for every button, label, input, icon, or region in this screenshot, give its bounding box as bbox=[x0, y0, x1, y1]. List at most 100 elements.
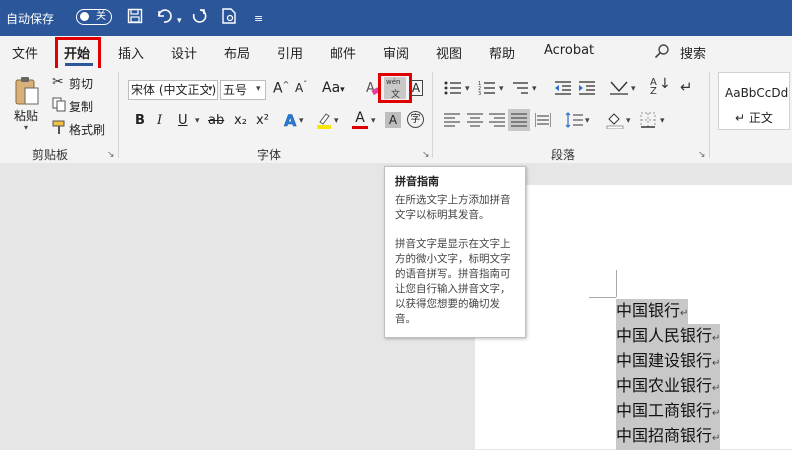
paste-icon[interactable] bbox=[14, 76, 40, 109]
undo-dropdown-icon[interactable]: ▾ bbox=[177, 12, 182, 30]
align-center-icon[interactable] bbox=[467, 113, 483, 130]
paste-dropdown-icon[interactable]: ▾ bbox=[24, 123, 28, 132]
change-case-icon[interactable]: Aa▾ bbox=[322, 80, 345, 96]
print-preview-icon[interactable] bbox=[221, 8, 237, 28]
bullets-icon[interactable] bbox=[444, 80, 462, 99]
font-name-dropdown-icon[interactable]: ▾ bbox=[208, 84, 213, 94]
borders-dropdown-icon[interactable]: ▾ bbox=[660, 116, 665, 126]
format-painter-label[interactable]: 格式刷 bbox=[69, 121, 105, 138]
line-spacing-dropdown-icon[interactable]: ▾ bbox=[585, 116, 590, 126]
tab-insert[interactable]: 插入 bbox=[118, 43, 144, 62]
line-text: 中国农业银行 bbox=[616, 376, 713, 395]
autosave-toggle[interactable]: 关 bbox=[76, 9, 112, 25]
grow-font-icon[interactable]: A^ bbox=[273, 80, 289, 97]
shading-icon[interactable] bbox=[606, 111, 624, 132]
tooltip-description: 在所选文字上方添加拼音文字以标明其发音。 bbox=[395, 194, 511, 221]
enclose-characters-icon[interactable]: 字 bbox=[407, 111, 424, 128]
paragraph-launcher-icon[interactable]: ↘ bbox=[698, 150, 706, 160]
document-line[interactable]: 中国银行↵ bbox=[616, 299, 689, 325]
paste-label[interactable]: 粘贴 bbox=[14, 107, 38, 124]
tab-file[interactable]: 文件 bbox=[12, 43, 38, 62]
group-divider bbox=[432, 72, 433, 158]
document-line[interactable]: 中国工商银行↵ bbox=[616, 399, 721, 425]
copy-icon[interactable] bbox=[52, 97, 66, 115]
tooltip-title: 拼音指南 bbox=[395, 175, 439, 188]
tab-layout[interactable]: 布局 bbox=[224, 43, 250, 62]
font-color-dropdown-icon[interactable]: ▾ bbox=[371, 116, 376, 126]
tab-view[interactable]: 视图 bbox=[436, 43, 462, 62]
tooltip-detail: 拼音文字是显示在文字上方的微小文字，标明文字的语音拼写。拼音指南可让您自行输入拼… bbox=[395, 238, 511, 325]
grow-font-letter: A bbox=[273, 80, 283, 97]
phonetic-guide-tooltip: 拼音指南 在所选文字上方添加拼音文字以标明其发音。 拼音文字是显示在文字上方的微… bbox=[384, 166, 526, 338]
clipboard-launcher-icon[interactable]: ↘ bbox=[107, 150, 115, 160]
align-left-icon[interactable] bbox=[444, 113, 460, 130]
document-line[interactable]: 中国招商银行↵ bbox=[616, 424, 721, 450]
line-text: 中国银行 bbox=[616, 301, 681, 320]
justify-button[interactable] bbox=[508, 109, 530, 131]
tab-design[interactable]: 设计 bbox=[171, 43, 197, 62]
toggle-knob bbox=[80, 12, 89, 21]
document-line[interactable]: 中国建设银行↵ bbox=[616, 349, 721, 375]
multilevel-dropdown-icon[interactable]: ▾ bbox=[532, 84, 537, 94]
numbering-icon[interactable]: 123 bbox=[478, 80, 496, 99]
chinese-layout-icon[interactable] bbox=[608, 79, 630, 100]
shrink-font-icon[interactable]: Aˇ bbox=[295, 80, 307, 95]
sort-icon[interactable]: A Z ↓ bbox=[650, 77, 671, 97]
shading-dropdown-icon[interactable]: ▾ bbox=[626, 116, 631, 126]
text-effects-dropdown-icon[interactable]: ▾ bbox=[299, 116, 304, 126]
cut-icon[interactable]: ✂ bbox=[52, 74, 64, 90]
style-normal-card[interactable]: AaBbCcDd ↵ 正文 bbox=[718, 72, 790, 130]
search-icon[interactable] bbox=[654, 43, 670, 62]
svg-text:3: 3 bbox=[478, 91, 481, 96]
decrease-indent-icon[interactable] bbox=[554, 80, 572, 99]
font-launcher-icon[interactable]: ↘ bbox=[422, 150, 430, 160]
font-name-box[interactable]: 宋体 (中文正文) bbox=[128, 80, 218, 100]
search-label[interactable]: 搜索 bbox=[680, 43, 706, 62]
show-marks-icon[interactable]: ↵ bbox=[680, 78, 693, 96]
chinese-layout-dropdown-icon[interactable]: ▾ bbox=[631, 84, 636, 94]
paragraph-mark: ↵ bbox=[712, 433, 721, 444]
character-shading-icon[interactable]: A bbox=[385, 112, 401, 128]
style-name: ↵ 正文 bbox=[735, 111, 773, 125]
format-painter-icon[interactable] bbox=[52, 120, 66, 138]
underline-dropdown-icon[interactable]: ▾ bbox=[195, 116, 200, 126]
highlight-color-icon[interactable] bbox=[316, 111, 332, 132]
redo-icon[interactable] bbox=[190, 8, 208, 28]
superscript-button[interactable]: x² bbox=[256, 113, 269, 128]
save-icon[interactable] bbox=[127, 8, 143, 28]
borders-icon[interactable] bbox=[640, 112, 656, 131]
tab-references[interactable]: 引用 bbox=[277, 43, 303, 62]
italic-button[interactable]: I bbox=[157, 113, 162, 128]
numbering-dropdown-icon[interactable]: ▾ bbox=[499, 84, 504, 94]
title-bar: 自动保存 关 ▾ ≡ bbox=[0, 0, 792, 36]
tab-help[interactable]: 帮助 bbox=[489, 43, 515, 62]
copy-label[interactable]: 复制 bbox=[69, 98, 93, 115]
line-spacing-icon[interactable] bbox=[565, 112, 583, 131]
distributed-icon[interactable] bbox=[534, 113, 552, 130]
character-border-icon[interactable]: A bbox=[409, 80, 423, 96]
align-right-icon[interactable] bbox=[489, 113, 505, 130]
strikethrough-button[interactable]: ab bbox=[208, 113, 224, 128]
undo-icon[interactable] bbox=[156, 8, 176, 28]
increase-indent-icon[interactable] bbox=[578, 80, 596, 99]
shrink-font-letter: A bbox=[295, 81, 304, 95]
margin-corner-mark bbox=[589, 297, 616, 298]
bullets-dropdown-icon[interactable]: ▾ bbox=[465, 84, 470, 94]
subscript-button[interactable]: x₂ bbox=[234, 113, 247, 128]
document-line[interactable]: 中国农业银行↵ bbox=[616, 374, 721, 400]
text-effects-icon[interactable]: A bbox=[284, 111, 297, 131]
highlight-dropdown-icon[interactable]: ▾ bbox=[334, 116, 339, 126]
tab-mailings[interactable]: 邮件 bbox=[330, 43, 356, 62]
multilevel-list-icon[interactable] bbox=[511, 80, 529, 99]
font-size-dropdown-icon[interactable]: ▾ bbox=[256, 84, 261, 94]
customize-qat-icon[interactable]: ≡ bbox=[254, 10, 263, 28]
line-text: 中国人民银行 bbox=[616, 326, 713, 345]
cut-label[interactable]: 剪切 bbox=[69, 75, 93, 92]
document-line[interactable]: 中国人民银行↵ bbox=[616, 324, 721, 350]
line-text: 中国工商银行 bbox=[616, 401, 713, 420]
bold-button[interactable]: B bbox=[135, 113, 145, 128]
underline-button[interactable]: U bbox=[178, 113, 188, 128]
tab-acrobat[interactable]: Acrobat bbox=[544, 43, 594, 58]
font-color-icon[interactable]: A bbox=[352, 110, 368, 129]
tab-review[interactable]: 审阅 bbox=[383, 43, 409, 62]
